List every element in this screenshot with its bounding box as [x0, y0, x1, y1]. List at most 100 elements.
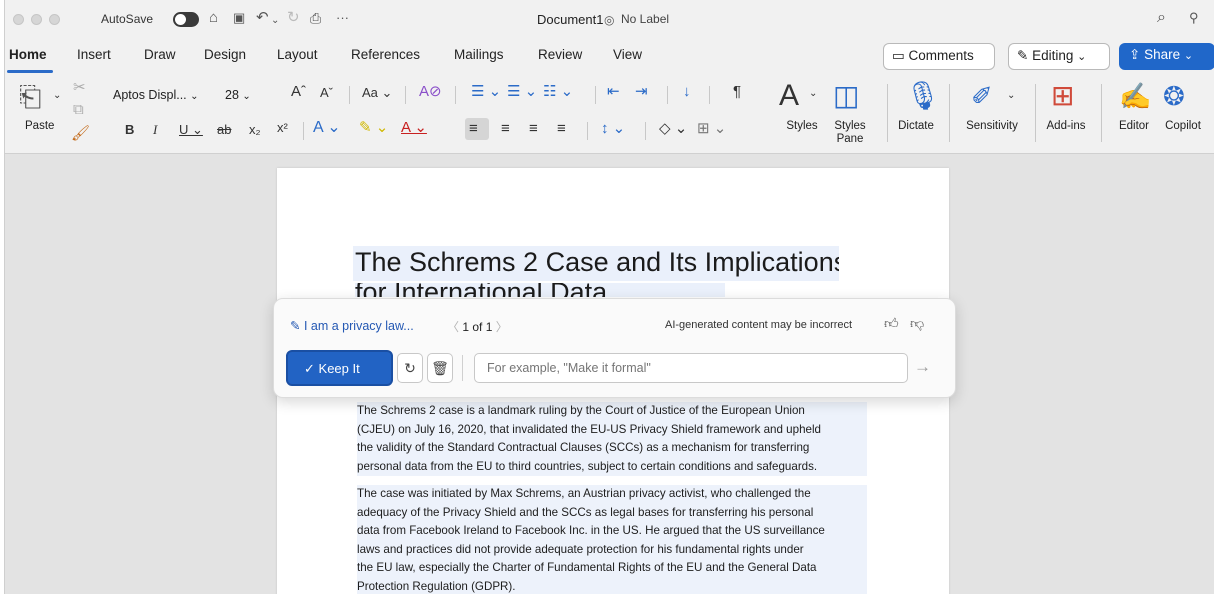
cut-icon[interactable]: ✂ — [73, 80, 86, 96]
styles-label[interactable]: Styles — [781, 120, 823, 133]
add-ins-label[interactable]: Add-ins — [1041, 120, 1091, 133]
shrink-font-icon[interactable]: Aˇ — [320, 85, 333, 101]
change-case-icon[interactable]: Aa ⌄ — [362, 85, 392, 101]
close-window-button[interactable] — [13, 14, 24, 25]
undo-icon[interactable]: ↶ — [256, 9, 269, 27]
account-icon[interactable]: ⚲ — [1189, 9, 1199, 27]
chevron-down-icon[interactable]: ⌄ — [1007, 88, 1015, 104]
font-color-icon[interactable]: A ⌄ — [401, 120, 427, 136]
chevron-down-icon: ⌄ — [190, 91, 199, 102]
sensitivity-label[interactable]: Sensitivity — [959, 120, 1025, 133]
paragraph-2[interactable]: The case was initiated by Max Schrems, a… — [357, 485, 867, 594]
paragraph-1[interactable]: The Schrems 2 case is a landmark ruling … — [357, 402, 867, 477]
share-button[interactable]: ⇪ Share ⌄ — [1119, 43, 1214, 70]
next-draft-icon[interactable]: 〉 — [496, 320, 508, 334]
redo-icon[interactable]: ↻ — [287, 9, 300, 27]
editor-icon[interactable]: ✍ — [1119, 80, 1151, 112]
align-right-icon[interactable]: ≡ — [529, 121, 538, 137]
trash-icon[interactable]: 🗑︎ — [427, 353, 453, 383]
copilot-label[interactable]: Copilot — [1155, 120, 1211, 133]
paste-icon[interactable]: ⎗ — [19, 82, 41, 112]
styles-pane-icon[interactable]: ◫ — [833, 80, 859, 112]
paste-label[interactable]: Paste — [25, 120, 54, 132]
tab-insert[interactable]: Insert — [77, 47, 111, 62]
chevron-down-icon: ⌄ — [1183, 50, 1194, 62]
document-title: Document1 — [537, 12, 604, 27]
more-icon[interactable]: ··· — [336, 9, 349, 27]
decrease-indent-icon[interactable]: ⇤ — [607, 84, 620, 100]
sensitivity-icon[interactable]: ✐ — [971, 80, 993, 112]
tab-layout[interactable]: Layout — [277, 47, 318, 62]
bullets-icon[interactable]: ☰ ⌄ — [471, 84, 501, 100]
add-ins-icon[interactable]: ⊞ — [1051, 80, 1074, 112]
document-heading[interactable]: The Schrems 2 Case and Its Implications — [353, 246, 839, 281]
keep-it-button[interactable]: ✓ Keep It — [286, 350, 393, 386]
text-effects-icon[interactable]: A ⌄ — [313, 120, 341, 136]
format-painter-icon[interactable]: 🖌 — [71, 126, 90, 142]
tab-mailings[interactable]: Mailings — [454, 47, 504, 62]
heading-text: The Schrems 2 Case and Its Implications — [355, 247, 839, 277]
send-arrow-icon[interactable]: → — [914, 357, 931, 377]
copilot-icon[interactable]: ❂ — [1163, 80, 1185, 112]
tab-draw[interactable]: Draw — [144, 47, 176, 62]
editor-label[interactable]: Editor — [1111, 120, 1157, 133]
tab-view[interactable]: View — [613, 47, 642, 62]
italic-icon[interactable]: I — [153, 122, 157, 138]
underline-icon[interactable]: U ⌄ — [179, 122, 203, 138]
increase-indent-icon[interactable]: ⇥ — [635, 84, 648, 100]
dictate-label[interactable]: Dictate — [891, 120, 941, 133]
grow-font-icon[interactable]: Aˆ — [291, 84, 306, 100]
line-spacing-icon[interactable]: ↕ ⌄ — [601, 121, 625, 137]
comments-button[interactable]: ▭ Comments — [883, 43, 995, 70]
refine-prompt-input[interactable] — [474, 353, 908, 383]
styles-icon[interactable]: A — [779, 80, 799, 112]
clear-formatting-icon[interactable]: A⊘ — [419, 84, 442, 100]
numbering-icon[interactable]: ☰ ⌄ — [507, 84, 537, 100]
microphone-icon[interactable]: 🎙 — [905, 80, 941, 112]
paragraph-line: the validity of the Standard Contractual… — [357, 439, 867, 458]
styles-pane-label[interactable]: Styles Pane — [827, 120, 873, 146]
minimize-window-button[interactable] — [31, 14, 42, 25]
align-left-icon[interactable]: ≡ — [469, 121, 478, 137]
save-icon[interactable]: ▣ — [233, 9, 245, 27]
tab-design[interactable]: Design — [204, 47, 246, 62]
shading-icon[interactable]: ◇ ⌄ — [659, 121, 687, 137]
tab-review[interactable]: Review — [538, 47, 582, 62]
editing-mode-button[interactable]: ✎ Editing ⌄ — [1008, 43, 1110, 70]
highlight-icon[interactable]: ✎ ⌄ — [359, 120, 388, 136]
superscript-icon[interactable]: x² — [277, 120, 288, 136]
chevron-down-icon[interactable]: ⌄ — [809, 86, 817, 102]
tab-references[interactable]: References — [351, 47, 420, 62]
regenerate-icon[interactable]: ↻ — [397, 353, 423, 383]
heading-line-2-partial: for International Data Transfers — [355, 283, 725, 297]
copy-icon[interactable]: ⧉ — [73, 102, 84, 118]
justify-icon[interactable]: ≡ — [557, 121, 566, 137]
chevron-down-icon[interactable]: ⌄ — [271, 12, 279, 30]
font-name-select[interactable]: Aptos Displ... ⌄ — [113, 84, 221, 106]
search-icon[interactable]: ⌕ — [1157, 9, 1166, 27]
bold-icon[interactable]: B — [125, 122, 134, 138]
autosave-toggle[interactable] — [173, 12, 199, 27]
prompt-summary-link[interactable]: ✎ I am a privacy law... — [290, 318, 414, 333]
print-icon[interactable]: ⎙ — [310, 9, 321, 27]
font-size-select[interactable]: 28 ⌄ — [225, 84, 279, 106]
chevron-down-icon[interactable]: ⌄ — [53, 88, 61, 104]
previous-draft-icon[interactable]: 〈 — [447, 320, 459, 334]
align-center-icon[interactable]: ≡ — [501, 121, 510, 137]
strikethrough-icon[interactable]: ab — [217, 122, 231, 138]
show-formatting-icon[interactable]: ¶ — [733, 84, 741, 100]
thumbs-up-icon[interactable]: 👍︎ — [884, 315, 899, 332]
sort-icon[interactable]: ↓ — [683, 84, 691, 100]
multilevel-list-icon[interactable]: ☷ ⌄ — [543, 84, 573, 100]
sensitivity-label-status[interactable]: No Label — [621, 12, 669, 26]
thumbs-down-icon[interactable]: 👎︎ — [910, 315, 924, 332]
subscript-icon[interactable]: x₂ — [249, 122, 261, 138]
tab-home[interactable]: Home — [9, 47, 47, 62]
paragraph-line: laws and practices did not provide adequ… — [357, 540, 867, 560]
home-ribbon: ⎗ ⌄ Paste ✂ ⧉ 🖌 Aptos Displ... ⌄ 28 ⌄ Aˆ… — [5, 74, 1214, 154]
home-icon[interactable]: ⌂ — [209, 9, 218, 27]
zoom-window-button[interactable] — [49, 14, 60, 25]
styles-pane-label-2: Pane — [836, 133, 864, 145]
label-icon: ◎ — [604, 13, 615, 27]
borders-icon[interactable]: ⊞ ⌄ — [697, 121, 726, 137]
